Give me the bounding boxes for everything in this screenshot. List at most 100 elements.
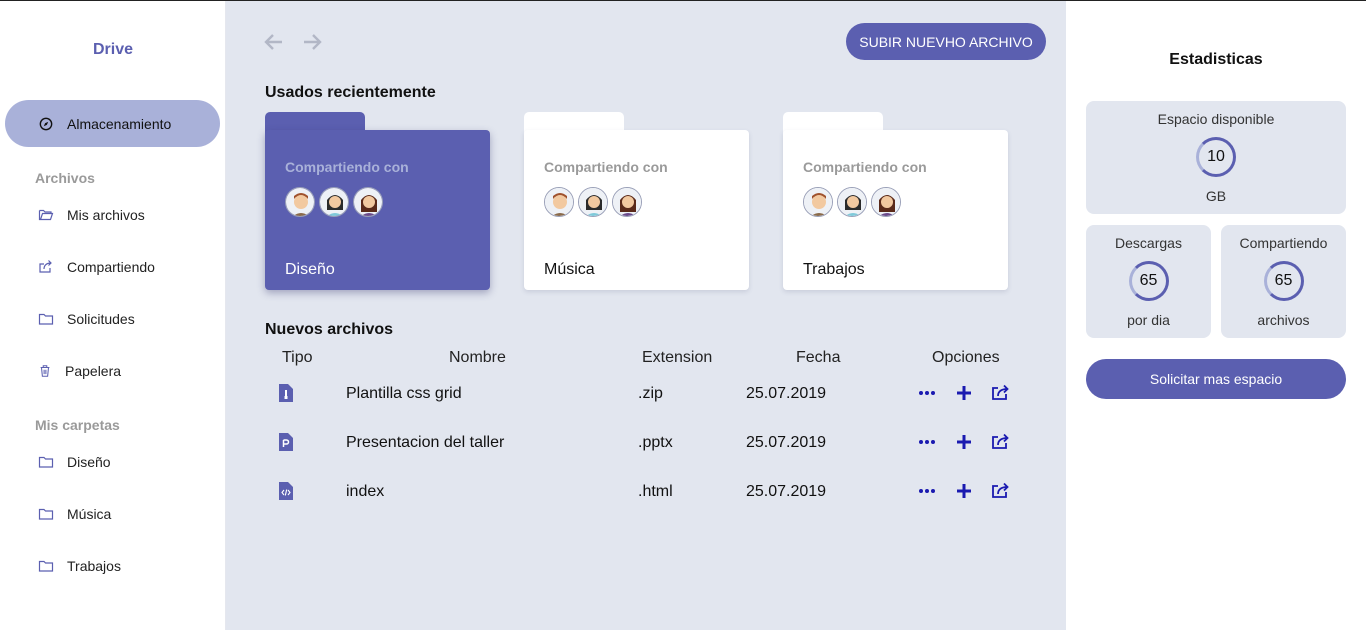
file-name[interactable]: Presentacion del taller [346, 434, 504, 452]
table-row[interactable]: Plantilla css grid .zip 25.07.2019 [226, 381, 1066, 411]
avatar [353, 187, 383, 217]
sidebar-item-trabajos[interactable]: Trabajos [38, 558, 121, 574]
stats-title: Estadisticas [1169, 51, 1263, 68]
sidebar-item-solicitudes[interactable]: Solicitudes [38, 311, 135, 327]
sidebar-item-diseno[interactable]: Diseño [38, 454, 111, 470]
sidebar-item-papelera[interactable]: Papelera [38, 363, 121, 379]
more-options-icon[interactable] [917, 432, 937, 452]
stat-label: Compartiendo [1239, 235, 1328, 251]
upload-file-button[interactable]: SUBIR NUEVHO ARCHIVO [846, 23, 1046, 60]
avatar [612, 187, 642, 217]
add-icon[interactable] [954, 432, 974, 452]
folder-body: Compartiendo con Diseño [265, 130, 490, 290]
folder-icon [38, 560, 54, 572]
sidebar-item-label: Mis archivos [67, 207, 145, 223]
section-label-archivos: Archivos [35, 170, 95, 186]
avatar-group [544, 187, 646, 217]
file-code-icon [279, 482, 293, 500]
stat-card-downloads: Descargas 65 por dia [1086, 225, 1211, 338]
stat-label: Espacio disponible [1157, 111, 1275, 127]
sidebar-item-label: Diseño [67, 454, 111, 470]
file-name[interactable]: Plantilla css grid [346, 385, 462, 403]
folder-icon [38, 456, 54, 468]
share-icon[interactable] [991, 481, 1011, 501]
column-header-tipo: Tipo [282, 349, 313, 366]
sidebar-item-mis-archivos[interactable]: Mis archivos [38, 207, 145, 223]
stat-unit: archivos [1257, 312, 1310, 328]
share-icon[interactable] [991, 383, 1011, 403]
share-label: Compartiendo con [803, 159, 927, 175]
share-icon [39, 260, 52, 273]
folder-body: Compartiendo con Trabajos [783, 130, 1008, 290]
folder-icon [38, 313, 54, 325]
stats-panel: Estadisticas Espacio disponible 10 GB De… [1066, 1, 1366, 630]
sidebar-item-compartiendo[interactable]: Compartiendo [38, 259, 155, 275]
column-header-opciones: Opciones [932, 349, 1000, 366]
column-header-extension: Extension [642, 349, 713, 366]
column-header-nombre: Nombre [449, 349, 506, 366]
stat-value: 65 [1274, 272, 1293, 289]
compass-icon [39, 117, 53, 130]
folder-card-musica[interactable]: Compartiendo con Música [524, 112, 749, 292]
folder-open-icon [38, 209, 54, 221]
folder-body: Compartiendo con Música [524, 130, 749, 290]
arrow-right-icon[interactable] [301, 31, 323, 53]
stat-unit: GB [1205, 188, 1227, 204]
sidebar-item-label: Compartiendo [67, 259, 155, 275]
stat-unit: por dia [1127, 312, 1170, 328]
avatar-group [285, 187, 387, 217]
avatar-group [803, 187, 905, 217]
sidebar: Drive Almacenamiento Archivos Mis archiv… [0, 1, 226, 630]
sidebar-item-label: Almacenamiento [67, 115, 172, 132]
avatar [578, 187, 608, 217]
folder-name: Trabajos [803, 261, 865, 278]
more-options-icon[interactable] [917, 383, 937, 403]
share-icon[interactable] [991, 432, 1011, 452]
share-label: Compartiendo con [544, 159, 668, 175]
file-extension: .pptx [638, 434, 673, 451]
file-zip-icon [279, 384, 293, 402]
file-name[interactable]: index [346, 483, 384, 501]
request-space-button[interactable]: Solicitar mas espacio [1086, 359, 1346, 399]
folder-card-diseno[interactable]: Compartiendo con Diseño [265, 112, 490, 292]
more-options-icon[interactable] [917, 481, 937, 501]
sidebar-item-label: Papelera [65, 363, 122, 379]
file-extension: .zip [638, 385, 663, 402]
brand-logo[interactable]: Drive [0, 41, 226, 59]
arrow-left-icon[interactable] [263, 31, 285, 53]
stat-label: Descargas [1115, 235, 1182, 251]
file-date: 25.07.2019 [746, 385, 827, 402]
avatar [837, 187, 867, 217]
table-row[interactable]: Presentacion del taller .pptx 25.07.2019 [226, 430, 1066, 460]
table-row[interactable]: index .html 25.07.2019 [226, 479, 1066, 509]
stat-card-sharing: Compartiendo 65 archivos [1221, 225, 1346, 338]
sidebar-item-almacenamiento[interactable]: Almacenamiento [5, 100, 220, 147]
file-extension: .html [638, 483, 673, 500]
folder-name: Diseño [285, 261, 335, 278]
section-label-mis-carpetas: Mis carpetas [35, 417, 120, 433]
add-icon[interactable] [954, 383, 974, 403]
share-label: Compartiendo con [285, 159, 409, 175]
recent-title: Usados recientemente [265, 84, 436, 101]
folder-card-trabajos[interactable]: Compartiendo con Trabajos [783, 112, 1008, 292]
file-date: 25.07.2019 [746, 483, 827, 500]
stat-ring: 65 [1263, 261, 1304, 301]
avatar [803, 187, 833, 217]
sidebar-item-label: Solicitudes [67, 311, 135, 327]
avatar [871, 187, 901, 217]
avatar [544, 187, 574, 217]
column-header-fecha: Fecha [796, 349, 841, 366]
stat-value: 65 [1139, 272, 1158, 289]
sidebar-item-label: Trabajos [67, 558, 121, 574]
folder-icon [38, 508, 54, 520]
stat-ring: 65 [1128, 261, 1169, 301]
main-content: SUBIR NUEVHO ARCHIVO Usados recientement… [226, 1, 1066, 630]
stat-card-space: Espacio disponible 10 GB [1086, 101, 1346, 214]
stat-value: 10 [1207, 148, 1225, 165]
sidebar-item-musica[interactable]: Música [38, 506, 111, 522]
avatar [319, 187, 349, 217]
new-files-title: Nuevos archivos [265, 321, 394, 338]
add-icon[interactable] [954, 481, 974, 501]
trash-icon [40, 365, 50, 377]
file-powerpoint-icon [279, 433, 293, 451]
